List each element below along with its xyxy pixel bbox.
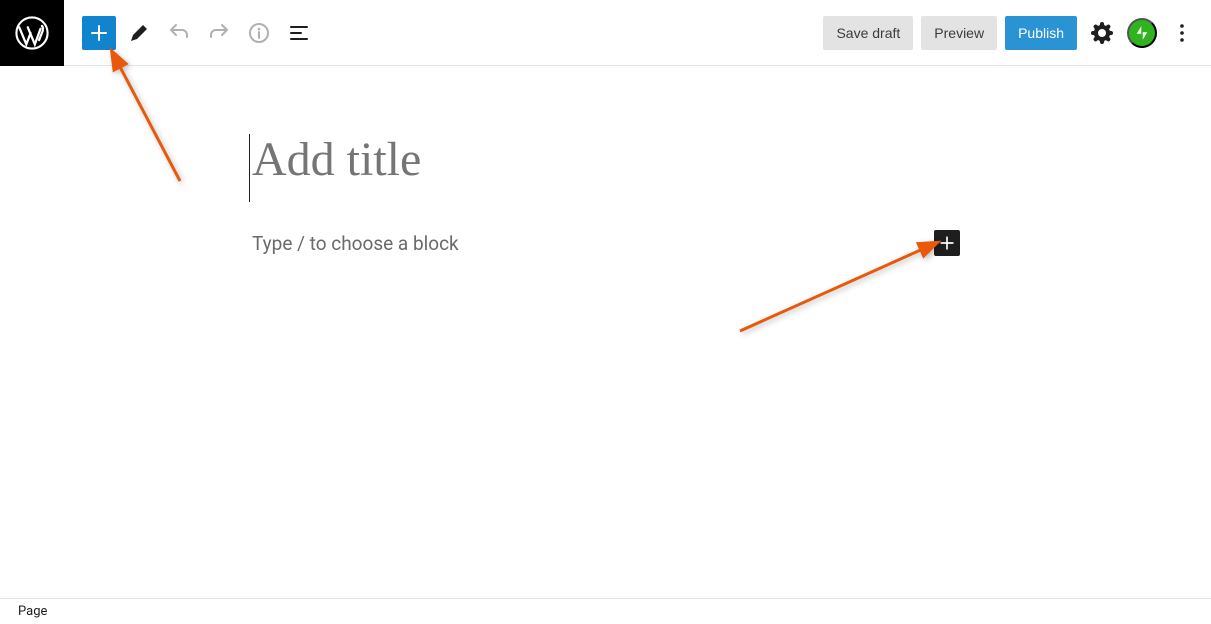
pencil-icon (127, 21, 151, 45)
inline-add-block-button[interactable] (934, 230, 960, 256)
redo-button[interactable] (202, 16, 236, 50)
first-block-row: Type / to choose a block (252, 230, 960, 256)
undo-icon (167, 21, 191, 45)
title-area (252, 132, 840, 187)
title-caret (249, 134, 250, 202)
toolbar-left-group (0, 0, 316, 66)
jetpack-icon (1133, 24, 1151, 42)
title-input[interactable] (252, 132, 840, 187)
more-menu-button[interactable] (1165, 16, 1199, 50)
settings-button[interactable] (1085, 16, 1119, 50)
add-block-button[interactable] (82, 16, 116, 50)
wordpress-logo-icon (15, 16, 49, 50)
outline-button[interactable] (282, 16, 316, 50)
save-draft-button[interactable]: Save draft (823, 16, 913, 50)
wordpress-logo[interactable] (0, 0, 64, 66)
breadcrumb-current[interactable]: Page (18, 604, 47, 619)
redo-icon (207, 21, 231, 45)
top-toolbar: Save draft Preview Publish (0, 0, 1211, 66)
details-button[interactable] (242, 16, 276, 50)
info-icon (247, 21, 271, 45)
outline-icon (287, 21, 311, 45)
publish-button[interactable]: Publish (1005, 16, 1077, 50)
plus-icon (937, 233, 957, 253)
edit-tool-button[interactable] (122, 16, 156, 50)
toolbar-right-group: Save draft Preview Publish (823, 16, 1199, 50)
undo-button[interactable] (162, 16, 196, 50)
jetpack-button[interactable] (1127, 18, 1157, 48)
block-placeholder-text[interactable]: Type / to choose a block (252, 232, 459, 255)
breadcrumb-bar: Page (0, 598, 1211, 624)
gear-icon (1090, 21, 1114, 45)
editor-canvas: Type / to choose a block (0, 66, 1211, 598)
dots-vertical-icon (1170, 21, 1194, 45)
plus-icon (87, 21, 111, 45)
annotation-arrow-1 (100, 51, 220, 211)
preview-button[interactable]: Preview (921, 16, 997, 50)
